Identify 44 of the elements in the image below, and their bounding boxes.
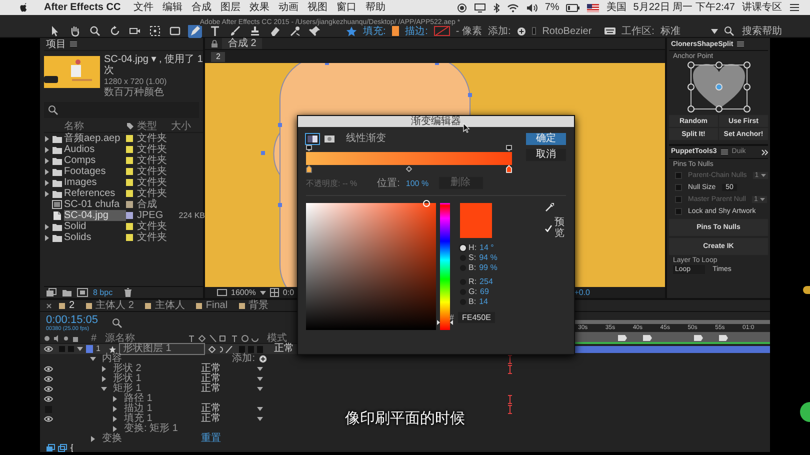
item-name: Solid (64, 221, 88, 232)
location-label: 位置: (377, 178, 400, 188)
item-type: 文件夹 (137, 144, 168, 155)
image-dimensions: 1280 x 720 (1.00) (104, 77, 168, 86)
item-type: 文件夹 (137, 232, 168, 243)
item-type: 文件夹 (137, 133, 168, 144)
item-name: SC-01 chufa (64, 199, 121, 210)
add-label: 添加: (488, 26, 511, 36)
item-name: 音频aep.aep (64, 133, 122, 144)
preview-label: 预览 (554, 217, 566, 239)
fill-label: 填充: (363, 26, 386, 36)
item-name: Images (64, 177, 98, 188)
channel-label: R: (468, 277, 477, 287)
item-name: Audios (64, 144, 96, 155)
battery-percentage: 7% (544, 2, 560, 14)
item-name: Comps (64, 155, 97, 166)
hex-label: # (450, 313, 454, 322)
channel-label: B: (468, 263, 476, 273)
color-depth: 数百万种颜色 (104, 87, 165, 98)
item-type: 合成 (137, 199, 158, 210)
item-type: 文件夹 (137, 188, 168, 199)
rotobezier-label: RotoBezier (542, 26, 592, 36)
opacity-field: 不透明度: -- % (306, 178, 358, 188)
item-type: 文件夹 (137, 166, 168, 177)
subtitle-caption: 像印刷平面的时候 (345, 410, 465, 428)
dialog-title: 渐变编辑器 (298, 116, 574, 127)
item-type: 文件夹 (137, 177, 168, 188)
add-label: 添加: (232, 354, 255, 364)
item-type: JPEG (137, 210, 164, 221)
channel-label: H: (468, 243, 477, 253)
item-name: References (64, 188, 116, 199)
channel-label: B: (468, 297, 476, 307)
item-type: 文件夹 (137, 155, 168, 166)
item-name: Footages (64, 166, 107, 177)
workspace-label: 工作区: (622, 26, 654, 36)
item-type: 文件夹 (137, 221, 168, 232)
item-size: 224 KB (178, 210, 205, 221)
item-name: SC-04.jpg (64, 210, 126, 221)
stroke-label: 描边: (405, 26, 428, 36)
item-name: Solids (64, 232, 92, 243)
gradient-type-label: 线性渐变 (346, 133, 386, 144)
channel-label: G: (468, 287, 477, 297)
channel-label: S: (468, 253, 476, 263)
layer-number: 1 (96, 344, 102, 354)
